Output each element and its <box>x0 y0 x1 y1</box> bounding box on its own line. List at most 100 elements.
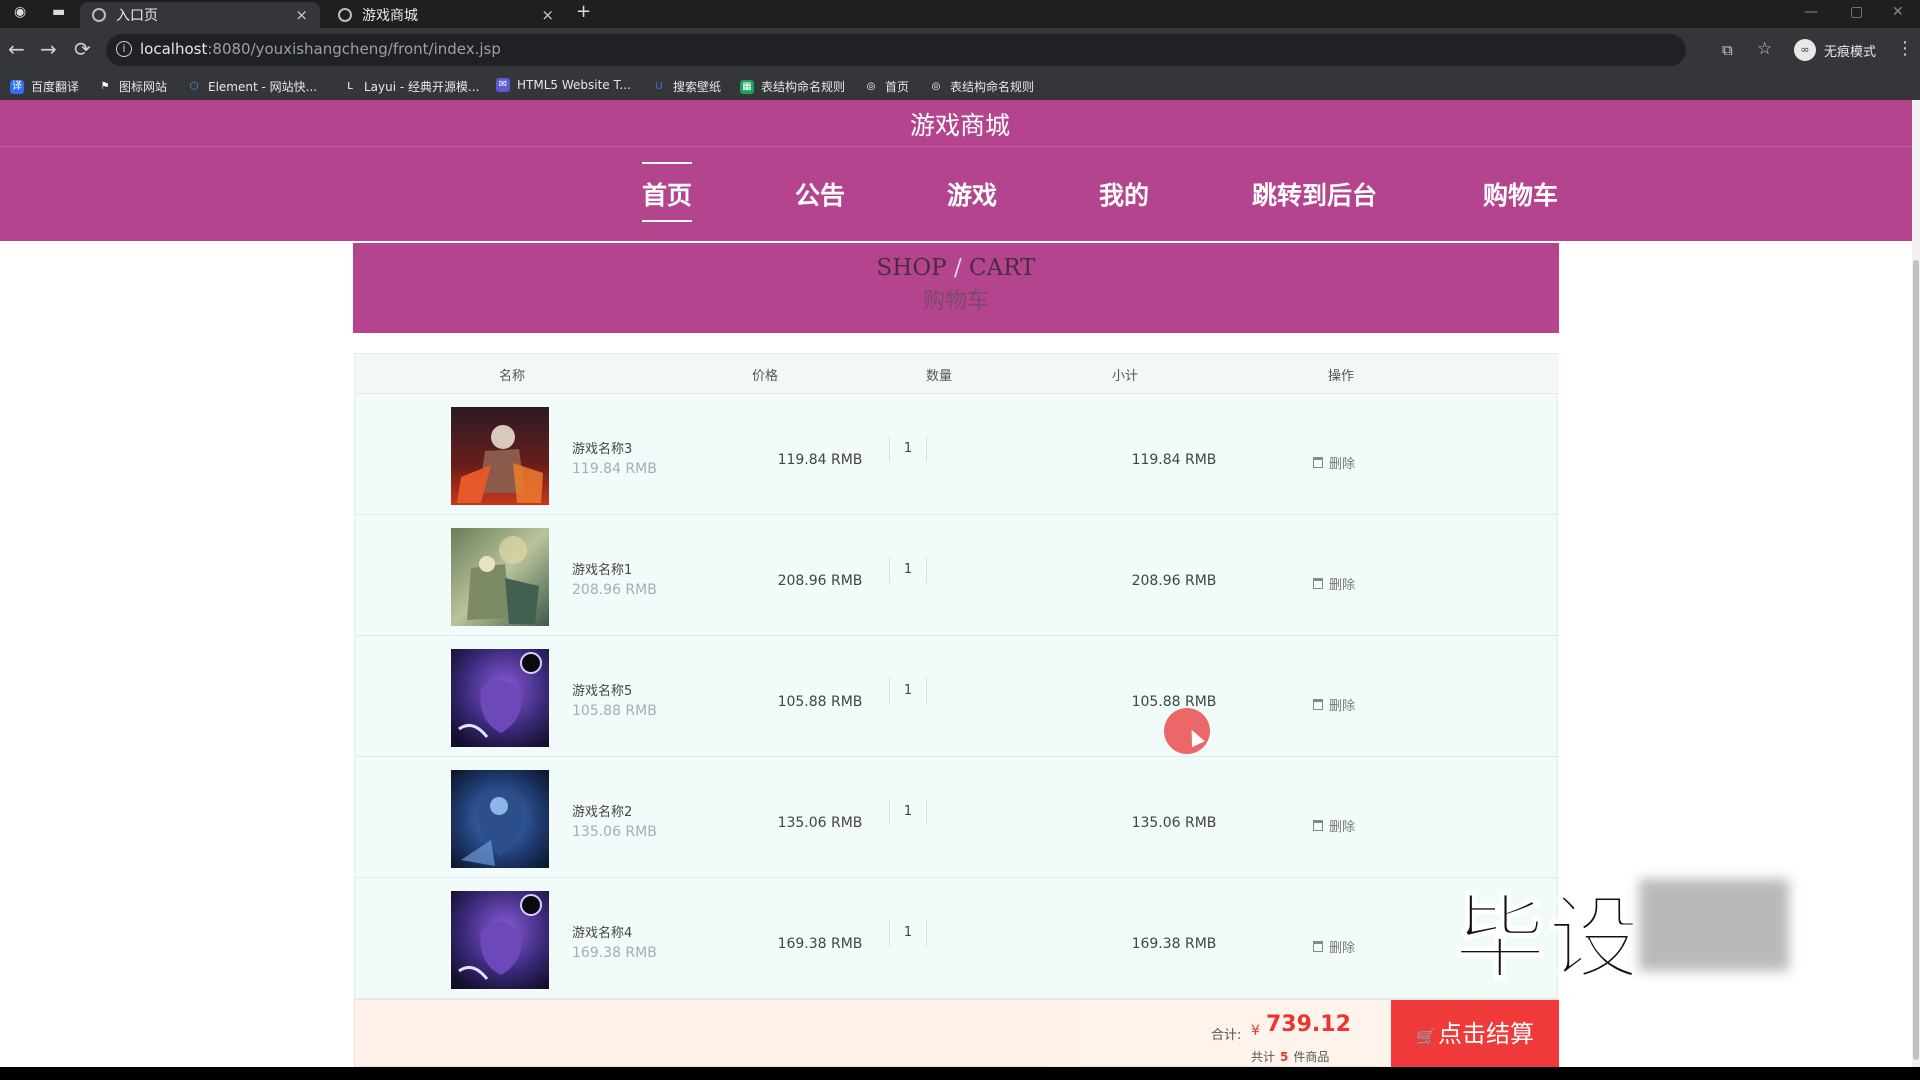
bookmark-item[interactable]: ⬡ Element - 网站快... <box>187 78 317 95</box>
checkout-button[interactable]: 🛒点击结算 <box>1391 1000 1559 1067</box>
delete-button[interactable]: 删除 <box>1313 453 1355 472</box>
delete-button[interactable]: 删除 <box>1313 574 1355 593</box>
bookmarks-bar: 译百度翻译 ⚑ 图标网站 ⬡ Element - 网站快... L Layui - 经… <box>0 72 1920 100</box>
forward-button[interactable]: → <box>40 37 57 61</box>
scrollbar-thumb[interactable] <box>1913 260 1919 1060</box>
bookmark-label: 图标网站 <box>119 80 168 94</box>
count-prefix: 共计 <box>1251 1050 1276 1064</box>
nav-notice[interactable]: 公告 <box>795 176 845 212</box>
bookmark-html5-icon: ✉ <box>496 78 510 92</box>
bookmark-translate-icon: 译 <box>10 79 24 94</box>
new-tab-button[interactable]: + <box>576 1 591 22</box>
item-subtotal: 119.84 RMB <box>1131 452 1217 468</box>
minimize-icon[interactable]: — <box>1804 4 1818 20</box>
bookmark-item[interactable]: ✉ HTML5 Website T... <box>496 78 631 92</box>
bookmark-globe-icon: ◎ <box>931 80 941 92</box>
bookmark-item[interactable]: ⚑ 图标网站 <box>98 78 168 95</box>
item-unit-price: 135.06 RMB <box>572 824 657 840</box>
incognito-indicator[interactable]: ∞ 无痕模式 <box>1794 39 1876 61</box>
count-value: 5 <box>1280 1050 1289 1064</box>
nav-home[interactable]: 首页 <box>642 162 693 222</box>
item-subtotal: 135.06 RMB <box>1131 815 1217 831</box>
watermark-overlay: 毕设 <box>1453 875 1789 993</box>
item-name: 游戏名称5 <box>572 684 633 699</box>
window-close-icon[interactable]: ✕ <box>1892 4 1904 20</box>
url-path: :8080/youxishangcheng/front/index.jsp <box>207 40 501 58</box>
header-price: 价格 <box>751 369 779 384</box>
header-subtotal: 小计 <box>1111 369 1139 384</box>
banner-separator: / <box>946 255 970 281</box>
table-row: 游戏名称3 119.84 RMB 119.84 RMB 1 119.84 RMB… <box>355 394 1559 515</box>
trash-icon <box>1313 699 1323 710</box>
banner-shop: SHOP <box>876 255 947 281</box>
browser-titlebar: ◉ ▬ 入口页 × 游戏商城 × + — ▢ ✕ <box>0 0 1920 28</box>
bookmark-item[interactable]: L Layui - 经典开源模... <box>343 78 479 95</box>
game-thumbnail-frost[interactable] <box>451 770 549 868</box>
nav-games[interactable]: 游戏 <box>947 176 997 212</box>
tab-search-icon[interactable]: ▬ <box>52 4 65 20</box>
bookmark-item[interactable]: 译百度翻译 <box>10 78 79 95</box>
game-thumbnail-void[interactable] <box>451 891 549 989</box>
delete-label: 删除 <box>1329 820 1356 835</box>
quantity-stepper[interactable]: 1 <box>889 799 927 825</box>
nav-cart[interactable]: 购物车 <box>1483 176 1558 212</box>
item-name: 游戏名称4 <box>572 926 633 941</box>
bookmark-star-icon[interactable]: ☆ <box>1757 39 1772 59</box>
header-qty: 数量 <box>925 369 953 384</box>
item-subtotal: 105.88 RMB <box>1131 694 1217 710</box>
bookmark-item[interactable]: ◎ 表结构命名规则 <box>929 78 1034 95</box>
tab-close-icon[interactable]: × <box>295 6 308 24</box>
bookmark-item[interactable]: ◎ 首页 <box>864 78 909 95</box>
item-price: 135.06 RMB <box>777 815 863 831</box>
nav-admin[interactable]: 跳转到后台 <box>1252 176 1377 212</box>
delete-button[interactable]: 删除 <box>1313 695 1355 714</box>
item-price: 208.96 RMB <box>777 573 863 589</box>
translate-icon[interactable]: ⧉ <box>1722 41 1733 59</box>
reload-button[interactable]: ⟳ <box>74 37 91 61</box>
quantity-stepper[interactable]: 1 <box>889 920 927 946</box>
header-name: 名称 <box>498 369 526 384</box>
item-name: 游戏名称1 <box>572 563 633 578</box>
item-unit-price: 105.88 RMB <box>572 703 657 719</box>
nav-mine[interactable]: 我的 <box>1099 176 1149 212</box>
banner-cart: CART <box>969 255 1036 281</box>
table-row: 游戏名称2 135.06 RMB 135.06 RMB 1 135.06 RMB… <box>355 757 1559 878</box>
game-thumbnail-fire[interactable] <box>451 407 549 505</box>
delete-label: 删除 <box>1329 578 1356 593</box>
bookmark-label: 表结构命名规则 <box>950 80 1035 94</box>
quantity-stepper[interactable]: 1 <box>889 678 927 704</box>
bookmark-item[interactable]: U 搜索壁纸 <box>652 78 721 95</box>
browser-menu-icon[interactable]: ⋮ <box>1896 37 1914 61</box>
tab-entry-page[interactable]: 入口页 × <box>80 2 320 28</box>
trash-icon <box>1313 578 1323 589</box>
url-text[interactable]: localhost:8080/youxishangcheng/front/ind… <box>140 40 501 58</box>
trash-icon <box>1313 820 1323 831</box>
bookmark-label: HTML5 Website T... <box>517 78 631 92</box>
back-button[interactable]: ← <box>8 37 25 61</box>
tab-game-mall[interactable]: 游戏商城 × <box>326 2 566 28</box>
game-thumbnail-forest[interactable] <box>451 528 549 626</box>
item-unit-price: 119.84 RMB <box>572 461 657 477</box>
bookmark-item[interactable]: ▦ 表结构命名规则 <box>740 78 845 95</box>
delete-button[interactable]: 删除 <box>1313 937 1355 956</box>
url-host: localhost <box>140 40 208 58</box>
bookmark-globe-icon: ◎ <box>866 80 876 92</box>
cart-banner: SHOP / CART 购物车 <box>353 243 1559 333</box>
page-scrollbar[interactable] <box>1912 100 1920 1067</box>
maximize-icon[interactable]: ▢ <box>1850 4 1863 20</box>
bookmark-label: 百度翻译 <box>31 80 80 94</box>
item-name: 游戏名称3 <box>572 442 633 457</box>
delete-label: 删除 <box>1329 941 1356 956</box>
quantity-stepper[interactable]: 1 <box>889 436 927 462</box>
watermark-blur <box>1639 879 1789 971</box>
game-thumbnail-void[interactable] <box>451 649 549 747</box>
address-bar[interactable]: i localhost:8080/youxishangcheng/front/i… <box>106 34 1772 66</box>
quantity-stepper[interactable]: 1 <box>889 557 927 583</box>
header-action: 操作 <box>1327 369 1355 384</box>
tab-close-icon[interactable]: × <box>541 6 554 24</box>
item-unit-price: 208.96 RMB <box>572 582 657 598</box>
site-info-icon[interactable]: i <box>116 41 132 57</box>
delete-button[interactable]: 删除 <box>1313 816 1355 835</box>
table-row: 游戏名称1 208.96 RMB 208.96 RMB 1 208.96 RMB… <box>355 515 1559 636</box>
cart-icon: 🛒 <box>1416 1027 1436 1046</box>
